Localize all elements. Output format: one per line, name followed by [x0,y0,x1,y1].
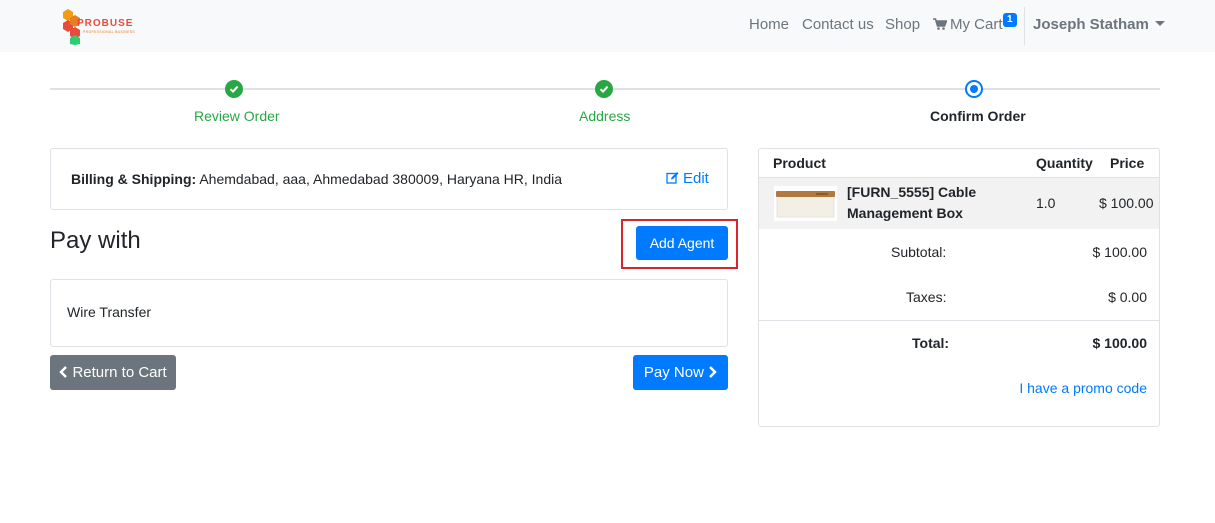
user-menu-dropdown[interactable]: Joseph Statham [1033,16,1165,33]
chevron-left-icon [59,366,68,378]
nav-cart-label: My Cart [950,16,1003,33]
nav-shop-link[interactable]: Shop [885,16,920,33]
total-label: Total: [912,335,950,351]
table-row: [FURN_5555] Cable Management Box 1.0 $ 1… [759,178,1159,229]
add-agent-button[interactable]: Add Agent [636,226,728,260]
step-address-check-icon [595,80,613,98]
column-header-quantity: Quantity [1036,155,1093,171]
nav-home-link[interactable]: Home [749,16,789,33]
nav-cart-link[interactable]: My Cart [933,16,1003,33]
promo-code-link[interactable]: I have a promo code [1019,380,1147,396]
step-confirm-order: Confirm Order [930,108,1026,124]
order-summary-card: Product Quantity Price [FURN_5555] Cable… [758,148,1160,427]
brand-logo[interactable]: PROBUSE PROFESSIONAL BUSINESS [60,7,135,45]
shopping-cart-icon [933,18,947,30]
nav-divider [1024,7,1025,45]
pay-now-label: Pay Now [643,364,704,381]
total-value: $ 100.00 [1092,335,1148,351]
product-thumbnail [774,186,837,221]
step-review-order-check-icon [225,80,243,98]
taxes-value: $ 0.00 [1108,289,1147,305]
billing-address-text: Billing & Shipping: Ahemdabad, aaa, Ahme… [71,171,562,187]
pay-now-button[interactable]: Pay Now [633,355,728,390]
user-name: Joseph Statham [1033,16,1149,33]
step-address[interactable]: Address [579,108,630,124]
pay-with-heading: Pay with [50,227,141,254]
top-navbar: PROBUSE PROFESSIONAL BUSINESS Home Conta… [0,0,1215,52]
total-divider [759,320,1159,321]
subtotal-label: Subtotal: [891,244,947,260]
nav-contact-link[interactable]: Contact us [802,16,874,33]
billing-address: Ahemdabad, aaa, Ahmedabad 380009, Haryan… [199,171,563,187]
billing-shipping-card: Billing & Shipping: Ahemdabad, aaa, Ahme… [50,148,728,210]
logo-wordmark: PROBUSE [77,18,134,29]
payment-method-card[interactable]: Wire Transfer [50,279,728,347]
chevron-right-icon [709,366,717,378]
return-to-cart-button[interactable]: Return to Cart [50,355,176,390]
step-review-order[interactable]: Review Order [194,108,280,124]
cart-count-badge: 1 [1003,13,1017,27]
caret-down-icon [1154,21,1165,26]
edit-label: Edit [683,170,709,187]
edit-icon [666,172,679,184]
edit-address-link[interactable]: Edit [666,170,709,187]
payment-method-name: Wire Transfer [67,304,152,320]
logo-tagline: PROFESSIONAL BUSINESS [83,30,136,34]
subtotal-value: $ 100.00 [1092,244,1148,260]
column-header-price: Price [1110,155,1145,171]
billing-label: Billing & Shipping: [71,171,197,187]
step-confirm-order-current-icon [965,80,983,98]
product-price: $ 100.00 [1099,195,1154,211]
product-quantity: 1.0 [1036,195,1056,211]
return-to-cart-label: Return to Cart [72,364,167,381]
column-header-product: Product [773,155,826,171]
product-name[interactable]: [FURN_5555] Cable Management Box [847,182,997,224]
taxes-label: Taxes: [906,289,947,305]
